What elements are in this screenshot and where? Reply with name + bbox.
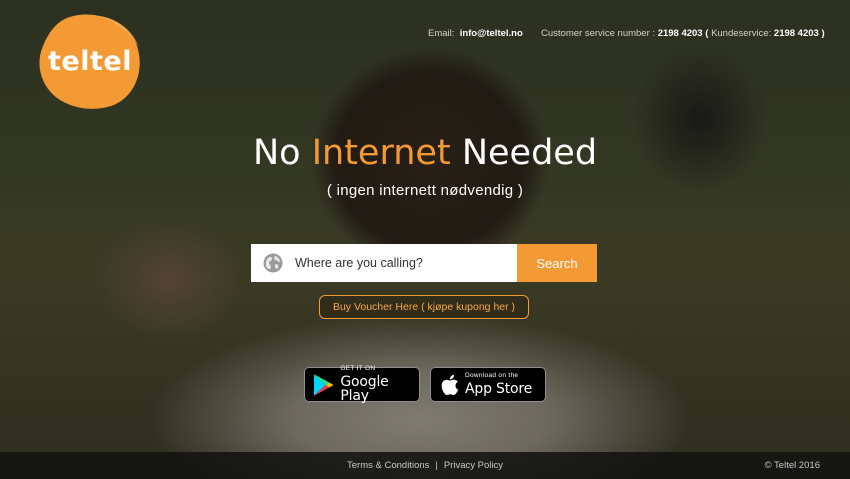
buy-voucher-button[interactable]: Buy Voucher Here ( kjøpe kupong her ) bbox=[319, 295, 529, 319]
headline-prefix: No bbox=[252, 133, 301, 173]
teltel-logo[interactable]: teltel bbox=[37, 12, 143, 110]
headline-accent: Internet bbox=[311, 133, 451, 173]
privacy-link[interactable]: Privacy Policy bbox=[444, 460, 503, 471]
google-play-badge[interactable]: GET IT ON Google Play bbox=[304, 366, 420, 403]
search-input[interactable] bbox=[295, 256, 495, 270]
email-value[interactable]: info@teltel.no bbox=[460, 28, 523, 39]
headline-suffix: Needed bbox=[461, 133, 598, 173]
google-play-big: Google Play bbox=[340, 373, 389, 404]
search-field-wrapper[interactable] bbox=[251, 244, 517, 282]
phone-paren-open: ( bbox=[705, 28, 709, 39]
google-play-text: GET IT ON Google Play bbox=[340, 366, 419, 403]
email-label: Email: bbox=[428, 28, 455, 39]
google-play-small: GET IT ON bbox=[340, 365, 376, 373]
app-store-text: Download on the App Store bbox=[465, 373, 532, 396]
kundeservice-label: Kundeservice: bbox=[711, 28, 772, 39]
destination-search: Search bbox=[251, 244, 597, 282]
phone-paren-close: ) bbox=[821, 28, 825, 39]
footer-separator: | bbox=[435, 460, 438, 471]
terms-link[interactable]: Terms & Conditions bbox=[347, 460, 429, 471]
page-footer: Terms & Conditions | Privacy Policy © Telt… bbox=[0, 452, 850, 479]
page-subheadline: ( ingen internett nødvendig ) bbox=[326, 182, 524, 199]
footer-links: Terms & Conditions | Privacy Policy bbox=[0, 460, 850, 471]
google-play-icon bbox=[313, 373, 334, 396]
logo-wordmark: teltel bbox=[48, 46, 132, 77]
page-headline: No Internet Needed bbox=[0, 133, 850, 173]
phone-value: 2198 4203 bbox=[657, 28, 703, 39]
app-store-badge[interactable]: Download on the App Store bbox=[430, 367, 546, 402]
globe-icon bbox=[263, 253, 283, 273]
app-store-big: App Store bbox=[465, 380, 533, 397]
search-button[interactable]: Search bbox=[517, 244, 597, 282]
app-store-small: Download on the bbox=[465, 372, 519, 380]
contact-email: Email: info@teltel.no bbox=[428, 28, 523, 39]
copyright-text: © Teltel 2016 bbox=[764, 460, 820, 471]
kundeservice-value: 2198 4203 bbox=[773, 28, 819, 39]
apple-icon bbox=[441, 374, 459, 395]
phone-label: Customer service number : bbox=[541, 28, 656, 39]
contact-phone: Customer service number : 2198 4203 ( Ku… bbox=[541, 28, 825, 39]
